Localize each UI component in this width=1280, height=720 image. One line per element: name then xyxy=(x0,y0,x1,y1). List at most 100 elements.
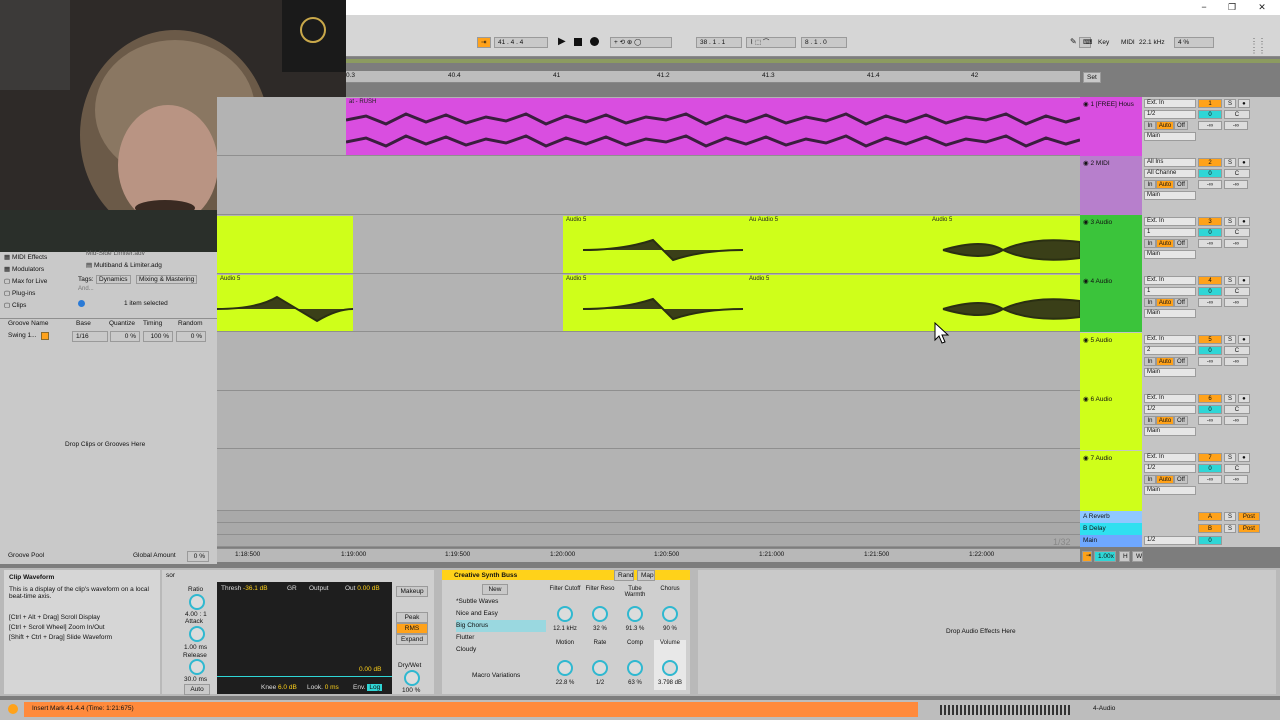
input-type-select[interactable]: Ext. In xyxy=(1144,217,1196,226)
solo-button[interactable]: S xyxy=(1223,512,1236,521)
solo-button[interactable]: S xyxy=(1223,99,1236,108)
post-button[interactable]: Post xyxy=(1237,512,1260,521)
clip-audio[interactable]: Audio 5 Au Audio 5 Audio 5 xyxy=(563,216,1080,273)
volume-field[interactable]: 0 xyxy=(1198,228,1222,237)
macro-knob[interactable] xyxy=(592,660,608,676)
monitor-auto[interactable]: Auto xyxy=(1156,416,1174,425)
solo-button[interactable]: S xyxy=(1223,276,1236,285)
clip-audio[interactable]: Audio 5 Audio 5 xyxy=(563,275,1080,331)
track-number-button[interactable]: 5 xyxy=(1198,335,1222,344)
peak-button[interactable]: Peak xyxy=(396,612,428,623)
monitor-in[interactable]: In xyxy=(1144,416,1156,425)
monitor-in[interactable]: In xyxy=(1144,180,1156,189)
output-select[interactable]: Main xyxy=(1144,191,1196,200)
auto-release-button[interactable]: Auto xyxy=(184,684,210,695)
post-button[interactable]: Post xyxy=(1237,524,1260,533)
input-channel-select[interactable]: 1 xyxy=(1144,228,1196,237)
loop-switch[interactable]: ⌇ ⬚ ⌒ xyxy=(746,37,796,48)
send-b[interactable]: -∞ xyxy=(1223,475,1248,484)
minimize-button[interactable]: − xyxy=(1194,0,1214,15)
monitor-switch[interactable]: In Auto Off xyxy=(1144,239,1196,248)
beat-ruler[interactable]: 0.3 40.4 41 41.2 41.3 41.4 42 xyxy=(346,71,1080,83)
track-number-button[interactable]: 4 xyxy=(1198,276,1222,285)
track-header-3[interactable]: ◉ 3 Audio xyxy=(1080,215,1142,274)
solo-button[interactable]: S xyxy=(1223,394,1236,403)
send-a[interactable]: -∞ xyxy=(1198,475,1222,484)
draw-mode-icon[interactable]: ✎ xyxy=(1070,37,1077,46)
pan-field[interactable]: C xyxy=(1223,228,1250,237)
makeup-button[interactable]: Makeup xyxy=(396,586,428,597)
track-number-button[interactable]: 6 xyxy=(1198,394,1222,403)
track-lane-4[interactable]: Audio 5 Audio 5 Audio 5 xyxy=(217,274,1080,332)
arm-button[interactable]: ● xyxy=(1237,394,1250,403)
track-name[interactable]: 7 Audio xyxy=(1090,455,1112,462)
input-type-select[interactable]: Ext. In xyxy=(1144,276,1196,285)
monitor-off[interactable]: Off xyxy=(1174,475,1188,484)
output-select[interactable]: Main xyxy=(1144,250,1196,259)
volume-field[interactable]: 0 xyxy=(1198,346,1222,355)
ratio-knob[interactable] xyxy=(189,594,205,610)
variation-item[interactable]: Nice and Easy xyxy=(456,608,546,620)
variation-item[interactable]: Cloudy xyxy=(456,644,546,656)
track-lane-6[interactable] xyxy=(217,391,1080,449)
main-track-header[interactable]: Main xyxy=(1080,535,1142,547)
pan-field[interactable]: C xyxy=(1223,110,1250,119)
macro-5[interactable]: Motion 22.8 % xyxy=(549,640,581,690)
solo-button[interactable]: S xyxy=(1223,217,1236,226)
send-b[interactable]: -∞ xyxy=(1223,298,1248,307)
groove-drop-zone[interactable]: Drop Clips or Grooves Here xyxy=(65,441,145,448)
w-button[interactable]: W xyxy=(1132,551,1143,562)
monitor-switch[interactable]: In Auto Off xyxy=(1144,416,1196,425)
monitor-off[interactable]: Off xyxy=(1174,357,1188,366)
volume-field[interactable]: 0 xyxy=(1198,287,1222,296)
input-channel-select[interactable]: 2 xyxy=(1144,346,1196,355)
output-toggle[interactable]: Output xyxy=(309,585,329,592)
overview-icon[interactable]: ⋮⋮ ⋮⋮ xyxy=(1250,37,1280,55)
macro-3[interactable]: Tube Warmth 91.3 % xyxy=(619,586,651,636)
computer-keyboard-icon[interactable]: ⌨ xyxy=(1079,37,1092,48)
send-b[interactable]: -∞ xyxy=(1223,416,1248,425)
monitor-auto[interactable]: Auto xyxy=(1156,357,1174,366)
macro-knob[interactable] xyxy=(627,660,643,676)
track-header-7[interactable]: ◉ 7 Audio xyxy=(1080,451,1142,513)
solo-button[interactable]: S xyxy=(1223,335,1236,344)
return-letter[interactable]: B xyxy=(1198,524,1222,533)
output-select[interactable]: Main xyxy=(1144,486,1196,495)
monitor-auto[interactable]: Auto xyxy=(1156,298,1174,307)
track-header-4[interactable]: ◉ 4 Audio xyxy=(1080,274,1142,332)
track-lane-3[interactable]: Audio 5 Au Audio 5 Audio 5 xyxy=(217,215,1080,274)
track-name[interactable]: 5 Audio xyxy=(1090,337,1112,344)
release-knob[interactable] xyxy=(189,659,205,675)
macro-8[interactable]: Volume 3.798 dB xyxy=(654,640,686,690)
input-type-select[interactable]: Ext. In xyxy=(1144,335,1196,344)
monitor-off[interactable]: Off xyxy=(1174,121,1188,130)
return-lane-b[interactable] xyxy=(217,523,1080,535)
tags-more[interactable]: And... xyxy=(78,286,94,292)
send-a[interactable]: -∞ xyxy=(1198,239,1222,248)
track-header-6[interactable]: ◉ 6 Audio xyxy=(1080,392,1142,450)
input-channel-select[interactable]: All Channe xyxy=(1144,169,1196,178)
monitor-switch[interactable]: In Auto Off xyxy=(1144,357,1196,366)
input-channel-select[interactable]: 1 xyxy=(1144,287,1196,296)
attack-knob[interactable] xyxy=(189,626,205,642)
loop-length[interactable]: 8 . 1 . 0 xyxy=(801,37,847,48)
arm-button[interactable]: ● xyxy=(1237,158,1250,167)
send-b[interactable]: -∞ xyxy=(1223,180,1248,189)
drywet-knob[interactable] xyxy=(404,670,420,686)
play-icon[interactable]: ▶ xyxy=(558,36,566,47)
macro-2[interactable]: Filter Reso 32 % xyxy=(584,586,616,636)
clip-audio[interactable]: Audio 5 xyxy=(217,275,353,331)
macro-1[interactable]: Filter Cutoff 12.1 kHz xyxy=(549,586,581,636)
monitor-in[interactable]: In xyxy=(1144,357,1156,366)
volume-field[interactable]: 0 xyxy=(1198,405,1222,414)
category-midi-effects[interactable]: ▦ MIDI Effects xyxy=(4,252,74,264)
new-variation-button[interactable]: New xyxy=(482,584,508,595)
output-select[interactable]: Main xyxy=(1144,368,1196,377)
variation-item[interactable]: *Subtle Waves xyxy=(456,596,546,608)
file-item[interactable]: Mid-Side Limiter.adv xyxy=(86,248,216,260)
clip-track1[interactable]: at - RUSH xyxy=(346,98,1080,155)
arm-button[interactable]: ● xyxy=(1237,276,1250,285)
solo-button[interactable]: S xyxy=(1223,524,1236,533)
solo-button[interactable]: S xyxy=(1223,453,1236,462)
category-max-for-live[interactable]: ▢ Max for Live xyxy=(4,276,74,288)
